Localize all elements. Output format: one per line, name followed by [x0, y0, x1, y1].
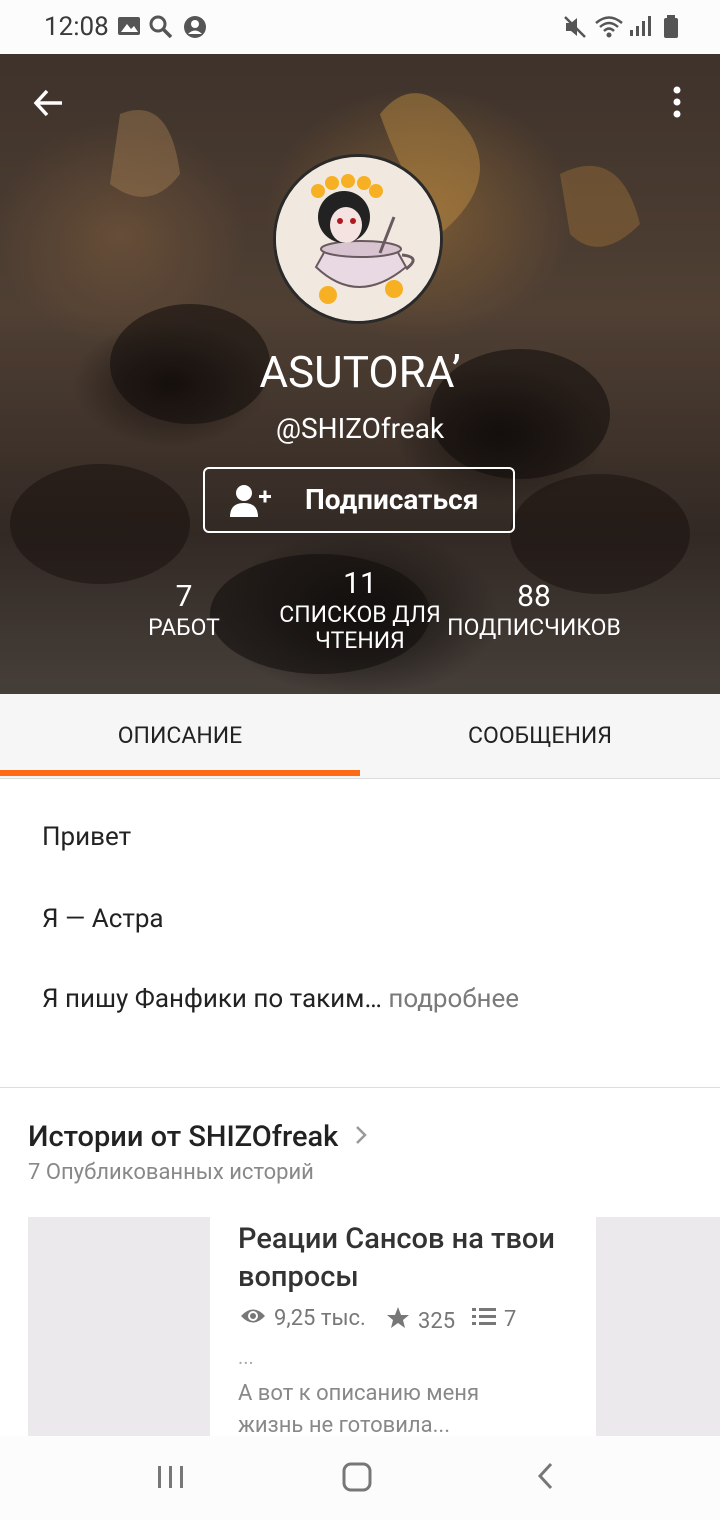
add-person-icon — [229, 483, 273, 523]
home-icon[interactable] — [340, 1458, 376, 1498]
stat-reading-lists[interactable]: 11 СПИСКОВ ДЛЯ ЧТЕНИЯ — [270, 566, 450, 654]
story-title[interactable]: Реации Сансов на твои вопросы — [238, 1220, 558, 1296]
profile-header: ASUTORA’ @SHIZOfreak Подписаться 7 РАБОТ… — [0, 54, 720, 694]
signal-icon — [628, 14, 652, 42]
back-arrow-icon[interactable] — [32, 86, 66, 124]
tab-messages[interactable]: СООБЩЕНИЯ — [360, 694, 720, 778]
stories-section-subtitle: 7 Опубликованных историй — [28, 1160, 314, 1185]
story-parts-value: 7 — [504, 1306, 517, 1332]
list-icon — [472, 1306, 496, 1332]
stat-works-label: РАБОТ — [148, 614, 220, 641]
read-more-link[interactable]: подробнее — [388, 984, 519, 1014]
stat-reading-lists-label: СПИСКОВ ДЛЯ ЧТЕНИЯ — [279, 601, 441, 654]
avatar[interactable] — [273, 154, 443, 324]
system-nav-bar — [0, 1436, 720, 1520]
battery-icon — [662, 14, 680, 44]
chevron-right-icon — [354, 1121, 368, 1155]
description-line-3: Я пишу Фанфики по таким… подробнее — [42, 984, 519, 1014]
avatar-image — [276, 157, 440, 321]
description-line-2: Я — Астра — [42, 904, 164, 934]
recent-apps-icon[interactable] — [156, 1458, 186, 1498]
mute-icon — [562, 14, 588, 44]
story-cover[interactable] — [28, 1217, 210, 1437]
description-line-1: Привет — [42, 822, 132, 852]
story-description: А вот к описанию меня жизнь не готовила.… — [238, 1381, 480, 1438]
stat-works[interactable]: 7 РАБОТ — [124, 579, 244, 641]
more-options-icon[interactable] — [664, 84, 690, 124]
eye-icon — [240, 1306, 266, 1331]
account-icon — [182, 14, 208, 44]
stat-followers[interactable]: 88 ПОДПИСЧИКОВ — [444, 579, 624, 641]
story-parts: 7 — [472, 1306, 516, 1332]
stories-section-title: Истории от SHIZOfreak — [28, 1120, 339, 1154]
story-votes-value: 325 — [418, 1308, 456, 1334]
profile-handle: @SHIZOfreak — [275, 412, 445, 445]
next-story-cover[interactable] — [596, 1217, 720, 1437]
profile-display-name: ASUTORA’ — [259, 346, 461, 398]
stories-section-header[interactable]: Истории от SHIZOfreak — [28, 1120, 368, 1155]
story-votes: 325 — [386, 1306, 455, 1336]
active-tab-indicator — [0, 770, 360, 776]
story-reads: 9,25 тыс. — [240, 1306, 366, 1331]
stat-works-value: 7 — [175, 579, 193, 614]
stat-followers-value: 88 — [517, 579, 551, 614]
follow-button[interactable]: Подписаться — [203, 467, 515, 533]
star-icon — [386, 1306, 410, 1336]
status-bar: 12:08 — [0, 0, 720, 54]
story-tags-ellipsis: ... — [238, 1345, 254, 1369]
story-reads-value: 9,25 тыс. — [274, 1306, 366, 1331]
status-time: 12:08 — [44, 12, 109, 42]
profile-tabs: ОПИСАНИЕ СООБЩЕНИЯ — [0, 694, 720, 779]
search-icon — [148, 14, 174, 44]
section-divider — [0, 1087, 720, 1088]
tab-about[interactable]: ОПИСАНИЕ — [0, 694, 360, 778]
back-nav-icon[interactable] — [534, 1458, 558, 1498]
wifi-icon — [594, 14, 624, 44]
description-line-3-text: Я пишу Фанфики по таким… — [42, 984, 382, 1014]
follow-button-label: Подписаться — [305, 483, 479, 516]
stat-followers-label: ПОДПИСЧИКОВ — [447, 614, 621, 641]
stat-reading-lists-value: 11 — [343, 566, 377, 601]
gallery-icon — [116, 14, 142, 42]
